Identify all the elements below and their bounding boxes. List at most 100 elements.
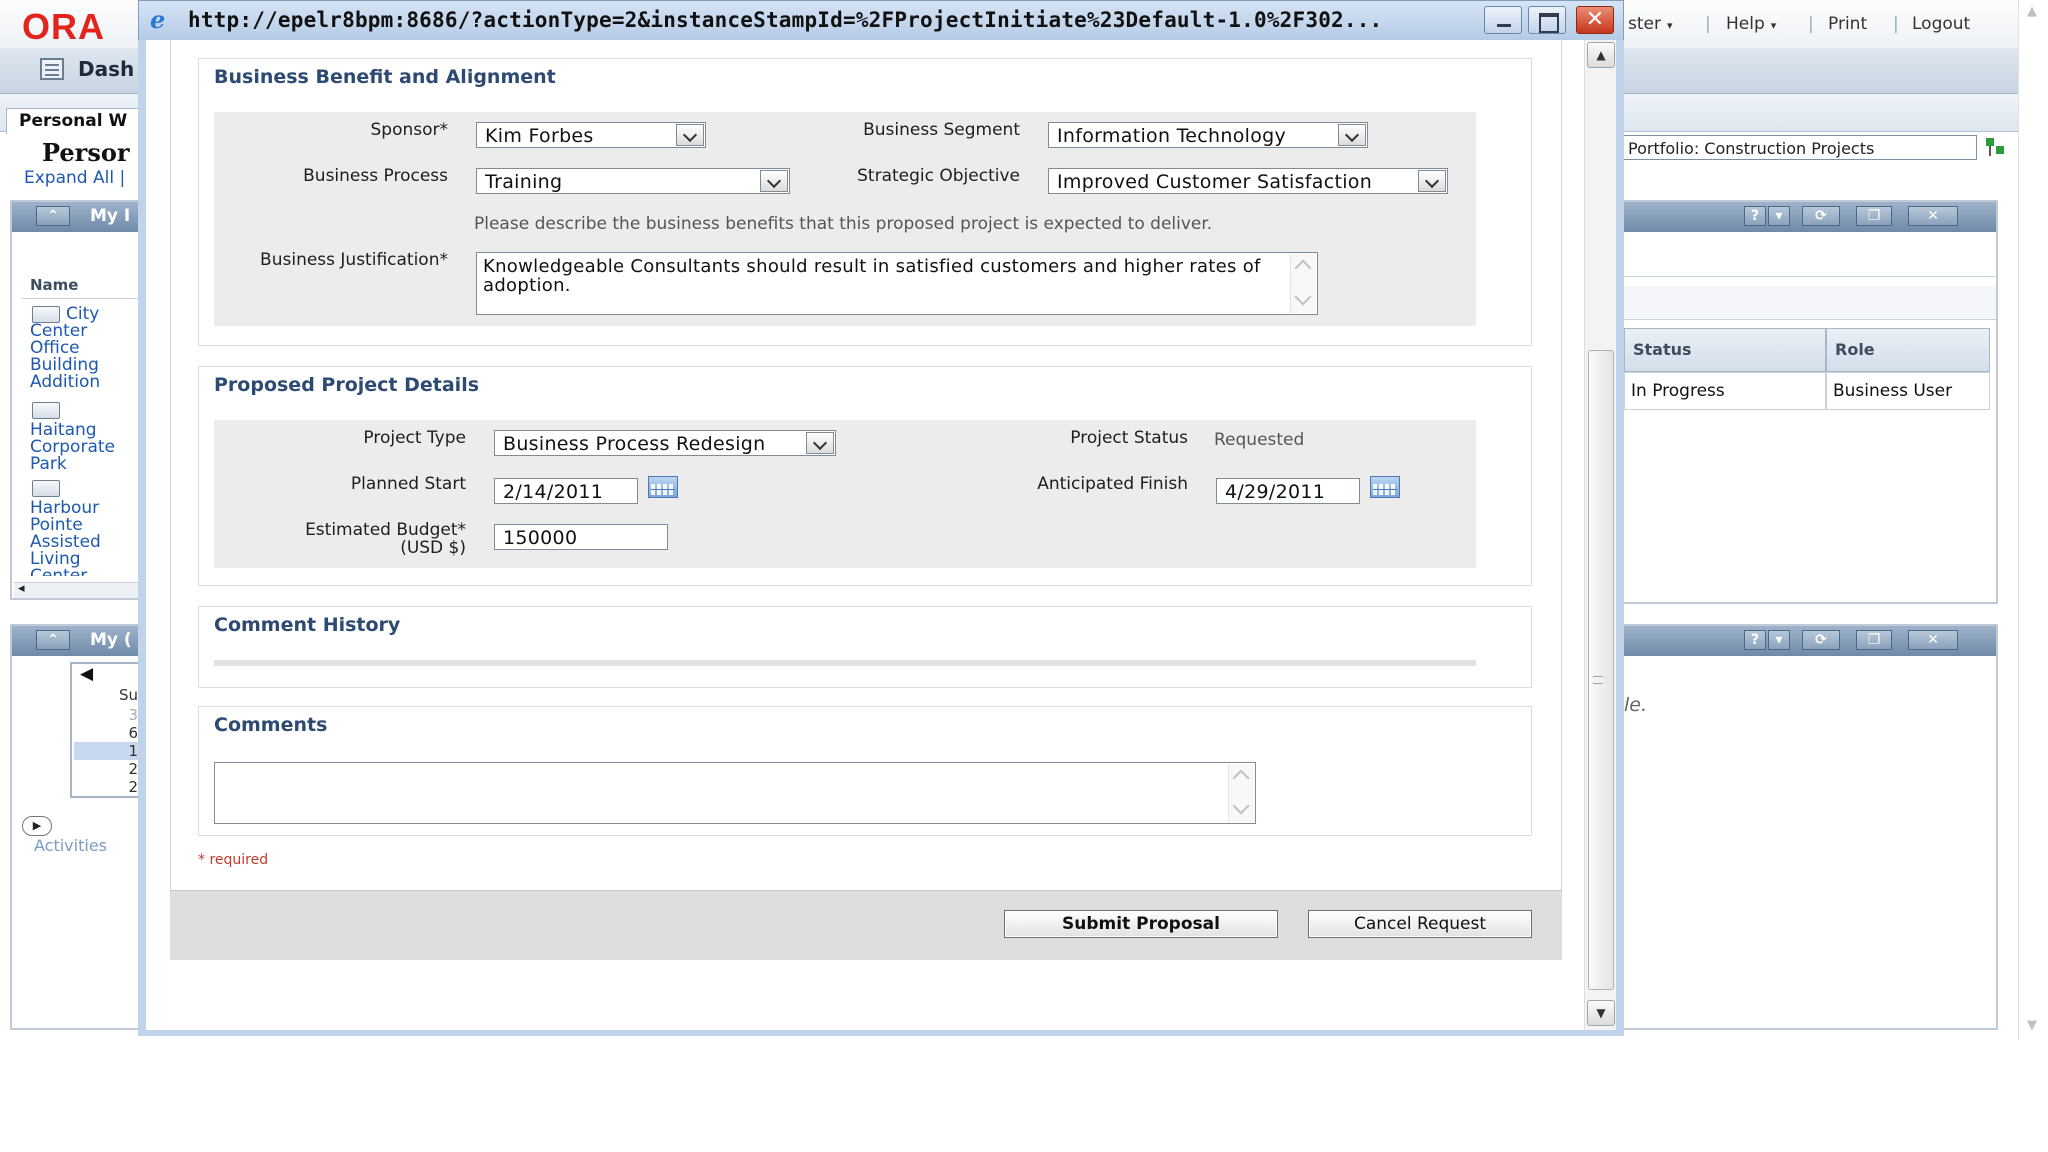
calendar-day[interactable]: 3 <box>74 706 140 724</box>
expand-all-link[interactable]: Expand All | <box>24 168 125 188</box>
activities-link[interactable]: Activities <box>34 836 107 855</box>
scroll-up-icon[interactable]: ▲ <box>2027 4 2037 19</box>
tree-item-project[interactable]: City Center Office Building Addition <box>30 306 140 391</box>
scroll-up-icon[interactable]: ▲ <box>1587 42 1615 68</box>
previous-month-icon[interactable]: ◀ <box>80 664 93 684</box>
business-segment-select[interactable]: Information Technology <box>1048 122 1368 148</box>
restore-icon[interactable]: ❐ <box>1856 630 1892 650</box>
close-icon: ✕ <box>1585 7 1605 32</box>
planned-start-label: Planned Start <box>350 474 466 494</box>
sponsor-select[interactable]: Kim Forbes <box>476 122 706 148</box>
calendar-day[interactable]: 2 <box>74 760 140 778</box>
portlet-header: ? ▾ ⟳ ❐ ✕ <box>1622 626 1996 656</box>
dashboard-tab[interactable]: Dash <box>78 57 134 81</box>
page-title: Persor <box>42 138 130 167</box>
page-scrollbar[interactable]: ▲ ▼ <box>2018 0 2048 1040</box>
logout-link[interactable]: Logout <box>1912 14 1970 34</box>
dropdown-icon[interactable]: ▾ <box>1768 206 1790 226</box>
browser-icon: e <box>150 5 166 34</box>
estimated-budget-input[interactable]: 150000 <box>494 524 668 550</box>
calendar-icon[interactable] <box>1370 476 1400 498</box>
portfolio-select[interactable]: Portfolio: Construction Projects <box>1623 135 1977 160</box>
project-type-label: Project Type <box>363 428 466 448</box>
planned-start-input[interactable]: 2/14/2011 <box>494 478 638 504</box>
restore-icon[interactable]: ❐ <box>1856 206 1892 226</box>
portlet-title: My I <box>90 206 131 226</box>
calendar-icon[interactable] <box>648 476 678 498</box>
help-icon[interactable]: ? <box>1744 630 1766 650</box>
window-url: http://epelr8bpm:8686/?actionType=2&inst… <box>188 8 1383 32</box>
required-note: * required <box>198 852 269 868</box>
close-icon[interactable]: ✕ <box>1908 630 1958 650</box>
textarea-scrollbar[interactable] <box>1228 764 1254 822</box>
calendar-day[interactable]: 2 <box>74 778 140 796</box>
project-type-select[interactable]: Business Process Redesign <box>494 430 836 456</box>
portlet-header: ? ▾ ⟳ ❐ ✕ <box>1622 202 1996 232</box>
separator: | <box>1705 14 1711 34</box>
budget-currency-label: (USD $) <box>400 538 466 558</box>
chevron-down-icon[interactable] <box>1418 170 1446 192</box>
role-cell: Business User <box>1826 372 1990 410</box>
project-status-label: Project Status <box>1070 428 1188 448</box>
scrollbar-thumb[interactable] <box>1588 350 1614 990</box>
popup-scrollbar[interactable]: ▲ ▼ <box>1584 40 1616 1030</box>
folder-icon <box>32 480 60 497</box>
business-process-value: Training <box>485 171 563 193</box>
strategic-objective-select[interactable]: Improved Customer Satisfaction <box>1048 168 1448 194</box>
maximize-icon[interactable] <box>1528 6 1566 34</box>
scroll-left-icon[interactable]: ◂ <box>18 581 25 596</box>
cancel-request-button[interactable]: Cancel Request <box>1308 910 1532 938</box>
help-menu[interactable]: Help ▾ <box>1726 14 1776 34</box>
tree-item-project[interactable]: Haitang Corporate Park <box>30 422 140 473</box>
column-header-status[interactable]: Status <box>1624 328 1826 372</box>
chevron-down-icon[interactable] <box>1338 124 1366 146</box>
business-segment-label: Business Segment <box>863 120 1020 140</box>
no-data-message: le. <box>1624 694 1648 716</box>
portlet-title: My ( <box>90 630 132 650</box>
folder-icon <box>32 402 60 419</box>
chevron-down-icon[interactable] <box>676 124 704 146</box>
tree-item-project[interactable]: Harbour Pointe Assisted Living Center <box>30 500 140 576</box>
section-title: Comment History <box>214 614 401 636</box>
section-title: Business Benefit and Alignment <box>214 66 556 88</box>
hierarchy-icon[interactable] <box>1984 136 2008 158</box>
business-justification-value: Knowledgeable Consultants should result … <box>483 256 1261 296</box>
calendar-day[interactable]: 6 <box>74 724 140 742</box>
sponsor-value: Kim Forbes <box>485 125 594 147</box>
business-process-select[interactable]: Training <box>476 168 790 194</box>
minimize-icon[interactable] <box>1484 6 1522 34</box>
toolbar-row <box>1622 286 1996 320</box>
comments-textarea[interactable] <box>214 762 1256 824</box>
business-segment-value: Information Technology <box>1057 125 1287 147</box>
chevron-down-icon[interactable] <box>806 432 834 454</box>
business-process-label: Business Process <box>303 166 448 186</box>
close-icon[interactable]: ✕ <box>1908 206 1958 226</box>
benefit-hint-text: Please describe the business benefits th… <box>474 214 1213 234</box>
refresh-icon[interactable]: ⟳ <box>1802 630 1840 650</box>
textarea-scrollbar[interactable] <box>1290 254 1316 313</box>
scroll-down-icon[interactable]: ▼ <box>1587 1000 1615 1026</box>
collapse-icon[interactable]: ⌃ <box>36 206 70 226</box>
sponsor-label: Sponsor* <box>370 120 448 140</box>
collapse-icon[interactable]: ⌃ <box>36 630 70 650</box>
calendar-day-today[interactable]: 1 <box>74 742 140 760</box>
submit-proposal-button[interactable]: Submit Proposal <box>1004 910 1278 938</box>
help-icon[interactable]: ? <box>1744 206 1766 226</box>
print-link[interactable]: Print <box>1828 14 1867 34</box>
comment-history-list <box>214 660 1476 666</box>
business-justification-textarea[interactable]: Knowledgeable Consultants should result … <box>476 252 1318 315</box>
dropdown-icon[interactable]: ▾ <box>1768 630 1790 650</box>
dashboard-icon <box>40 58 64 80</box>
my-tasks-portlet: ? ▾ ⟳ ❐ ✕ <box>1620 624 1998 1030</box>
close-window-button[interactable]: ✕ <box>1576 6 1614 34</box>
estimated-budget-label: Estimated Budget* <box>305 520 466 540</box>
anticipated-finish-label: Anticipated Finish <box>1037 474 1188 494</box>
column-header-role[interactable]: Role <box>1826 328 1990 372</box>
admin-menu[interactable]: ster ▾ <box>1628 14 1673 34</box>
scroll-down-icon[interactable]: ▼ <box>2027 1018 2037 1033</box>
refresh-icon[interactable]: ⟳ <box>1802 206 1840 226</box>
expand-activities-icon[interactable]: ▶ <box>22 816 52 836</box>
scrollbar-grip-icon <box>1593 676 1603 684</box>
anticipated-finish-input[interactable]: 4/29/2011 <box>1216 478 1360 504</box>
tab-personal-workspace[interactable]: Personal W <box>6 108 146 134</box>
